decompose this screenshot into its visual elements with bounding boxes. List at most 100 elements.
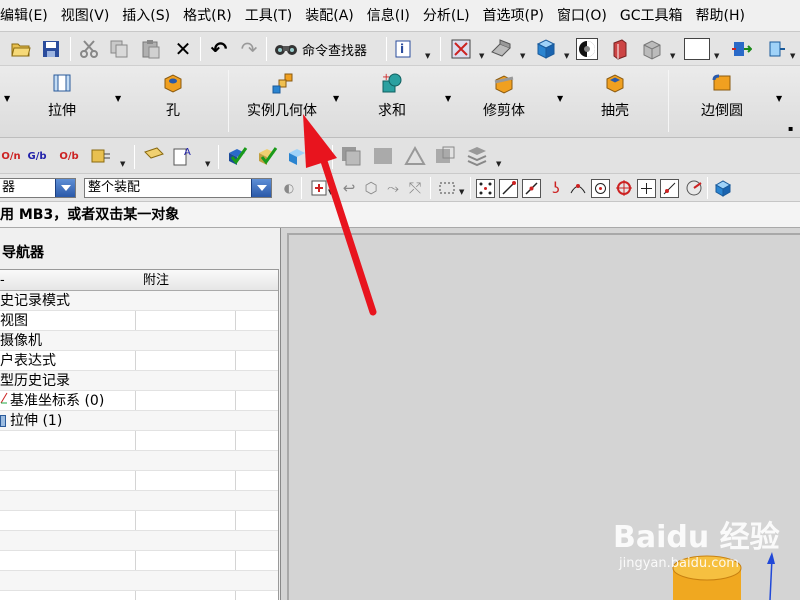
- section-view-icon[interactable]: [608, 38, 630, 60]
- snap-intersection-icon[interactable]: [567, 177, 589, 199]
- tree-row-extrude[interactable]: 拉伸 (1): [0, 411, 278, 431]
- tree-row-expressions[interactable]: 户表达式: [0, 351, 278, 371]
- plane-icon[interactable]: [372, 145, 394, 167]
- menu-gc-toolbox[interactable]: GC工具箱: [614, 0, 690, 31]
- chevron-down-icon[interactable]: ▼: [520, 52, 525, 60]
- extrude-button[interactable]: 拉伸: [36, 70, 88, 134]
- tree-row-datum-csys[interactable]: 基准坐标系 (0): [0, 391, 278, 411]
- menu-help[interactable]: 帮助(H): [690, 0, 752, 31]
- snap-center-icon[interactable]: [591, 179, 610, 198]
- save-icon[interactable]: [40, 38, 62, 60]
- menu-insert[interactable]: 插入(S): [116, 0, 177, 31]
- chevron-down-icon[interactable]: ▼: [459, 188, 464, 196]
- check-blue-icon[interactable]: [226, 145, 248, 167]
- triangle-icon[interactable]: [404, 145, 426, 167]
- datum-icon[interactable]: [434, 145, 456, 167]
- group-icon[interactable]: G/b: [26, 145, 48, 167]
- wireframe-cube-icon[interactable]: [640, 38, 662, 60]
- tree-row-model-views[interactable]: 视图: [0, 311, 278, 331]
- chevron-down-icon[interactable]: ▼: [120, 160, 125, 168]
- name-column-header[interactable]: -: [0, 273, 5, 288]
- note-icon[interactable]: [143, 145, 165, 167]
- snap-body-icon[interactable]: [712, 177, 734, 199]
- chevron-down-icon[interactable]: ▼: [115, 94, 121, 103]
- filter-reset-icon[interactable]: ◐: [278, 177, 300, 199]
- ungroup-icon[interactable]: O/b: [58, 145, 80, 167]
- selection-scope-select[interactable]: 整个装配: [84, 178, 272, 198]
- unite-button[interactable]: + 求和: [372, 70, 412, 134]
- menu-preferences[interactable]: 首选项(P): [477, 0, 551, 31]
- arrow-icon[interactable]: ↩: [338, 177, 360, 199]
- menu-analysis[interactable]: 分析(L): [417, 0, 477, 31]
- undo-icon[interactable]: ↶: [208, 37, 230, 61]
- type-filter-select[interactable]: 器: [0, 178, 76, 198]
- menu-view[interactable]: 视图(V): [55, 0, 117, 31]
- redo-icon[interactable]: ↷: [238, 37, 260, 61]
- stack-icon[interactable]: [466, 145, 488, 167]
- snap-on-face-icon[interactable]: [683, 177, 705, 199]
- snap-quadrant-icon[interactable]: [613, 177, 635, 199]
- feature-filter-icon[interactable]: ⬡: [360, 177, 382, 199]
- snap-curve-icon[interactable]: ʖ: [545, 177, 567, 199]
- grow-icon[interactable]: O/n: [0, 145, 22, 167]
- chevron-down-icon[interactable]: ▼: [670, 52, 675, 60]
- cut-icon[interactable]: [78, 38, 100, 60]
- menu-format[interactable]: 格式(R): [177, 0, 239, 31]
- text-format-icon[interactable]: A: [172, 145, 194, 167]
- chevron-down-icon[interactable]: ▼: [496, 160, 501, 168]
- chevron-down-icon[interactable]: ▼: [205, 160, 210, 168]
- comment-column-header[interactable]: 附注: [143, 270, 169, 291]
- copy-icon[interactable]: [108, 38, 130, 60]
- snap-endpoint-icon[interactable]: [476, 179, 495, 198]
- fit-view-icon[interactable]: [450, 38, 472, 60]
- delete-icon[interactable]: ✕: [172, 37, 194, 61]
- view-orientation-icon[interactable]: [490, 38, 512, 60]
- menu-window[interactable]: 窗口(O): [551, 0, 614, 31]
- check-yellow-icon[interactable]: [256, 145, 278, 167]
- chevron-down-icon[interactable]: ▼: [425, 52, 430, 60]
- attribute-icon[interactable]: [90, 145, 112, 167]
- menu-tools[interactable]: 工具(T): [239, 0, 299, 31]
- chevron-down-icon[interactable]: [55, 179, 75, 197]
- paste-icon[interactable]: [140, 38, 162, 60]
- background-color-icon[interactable]: [684, 38, 710, 60]
- snap-midpoint-icon[interactable]: [522, 179, 541, 198]
- chevron-down-icon[interactable]: ▼: [479, 52, 484, 60]
- chevron-down-icon[interactable]: ▼: [445, 94, 451, 103]
- chevron-down-icon[interactable]: ▼: [790, 52, 795, 60]
- render-style-icon[interactable]: [576, 38, 598, 60]
- chevron-down-icon[interactable]: ▼: [4, 94, 10, 103]
- rect-select-icon[interactable]: [436, 177, 458, 199]
- tree-row-history-mode[interactable]: 史记录模式: [0, 291, 278, 311]
- snap-on-curve-icon[interactable]: [660, 179, 679, 198]
- chevron-down-icon[interactable]: ▼: [557, 94, 563, 103]
- assembly-icon[interactable]: [764, 38, 786, 60]
- menu-information[interactable]: 信息(I): [361, 0, 417, 31]
- check-cube-icon[interactable]: [286, 145, 308, 167]
- chevron-down-icon[interactable]: ▼: [714, 52, 719, 60]
- layer-icon[interactable]: [340, 145, 362, 167]
- instance-geometry-button[interactable]: 实例几何体: [236, 70, 328, 134]
- snap-existing-point-icon[interactable]: [637, 179, 656, 198]
- edge-blend-button[interactable]: 边倒圆: [696, 70, 748, 134]
- command-finder-button[interactable]: 命令查找器: [274, 38, 367, 60]
- chevron-down-icon[interactable]: ▼: [564, 52, 569, 60]
- menu-assembly[interactable]: 装配(A): [299, 0, 361, 31]
- shaded-cube-icon[interactable]: [534, 38, 556, 60]
- chevron-down-icon[interactable]: ▼: [776, 94, 782, 103]
- chevron-down-icon[interactable]: ▼: [333, 94, 339, 103]
- menu-edit[interactable]: 编辑(E): [0, 0, 55, 31]
- snap-line-icon[interactable]: [499, 179, 518, 198]
- face-rule-icon[interactable]: ⤲: [404, 177, 426, 199]
- select-all-icon[interactable]: [308, 177, 330, 199]
- open-folder-icon[interactable]: [10, 38, 32, 60]
- move-component-icon[interactable]: [730, 38, 752, 60]
- tree-row-model-history[interactable]: 型历史记录: [0, 371, 278, 391]
- hole-button[interactable]: 孔: [156, 70, 190, 134]
- shell-button[interactable]: 抽壳: [596, 70, 634, 134]
- trim-body-button[interactable]: 修剪体: [478, 70, 530, 134]
- curve-rule-icon[interactable]: ⤳: [382, 177, 404, 199]
- chevron-down-icon[interactable]: ▼: [328, 188, 333, 196]
- info-icon[interactable]: i: [394, 38, 416, 60]
- chevron-down-icon[interactable]: [251, 179, 271, 197]
